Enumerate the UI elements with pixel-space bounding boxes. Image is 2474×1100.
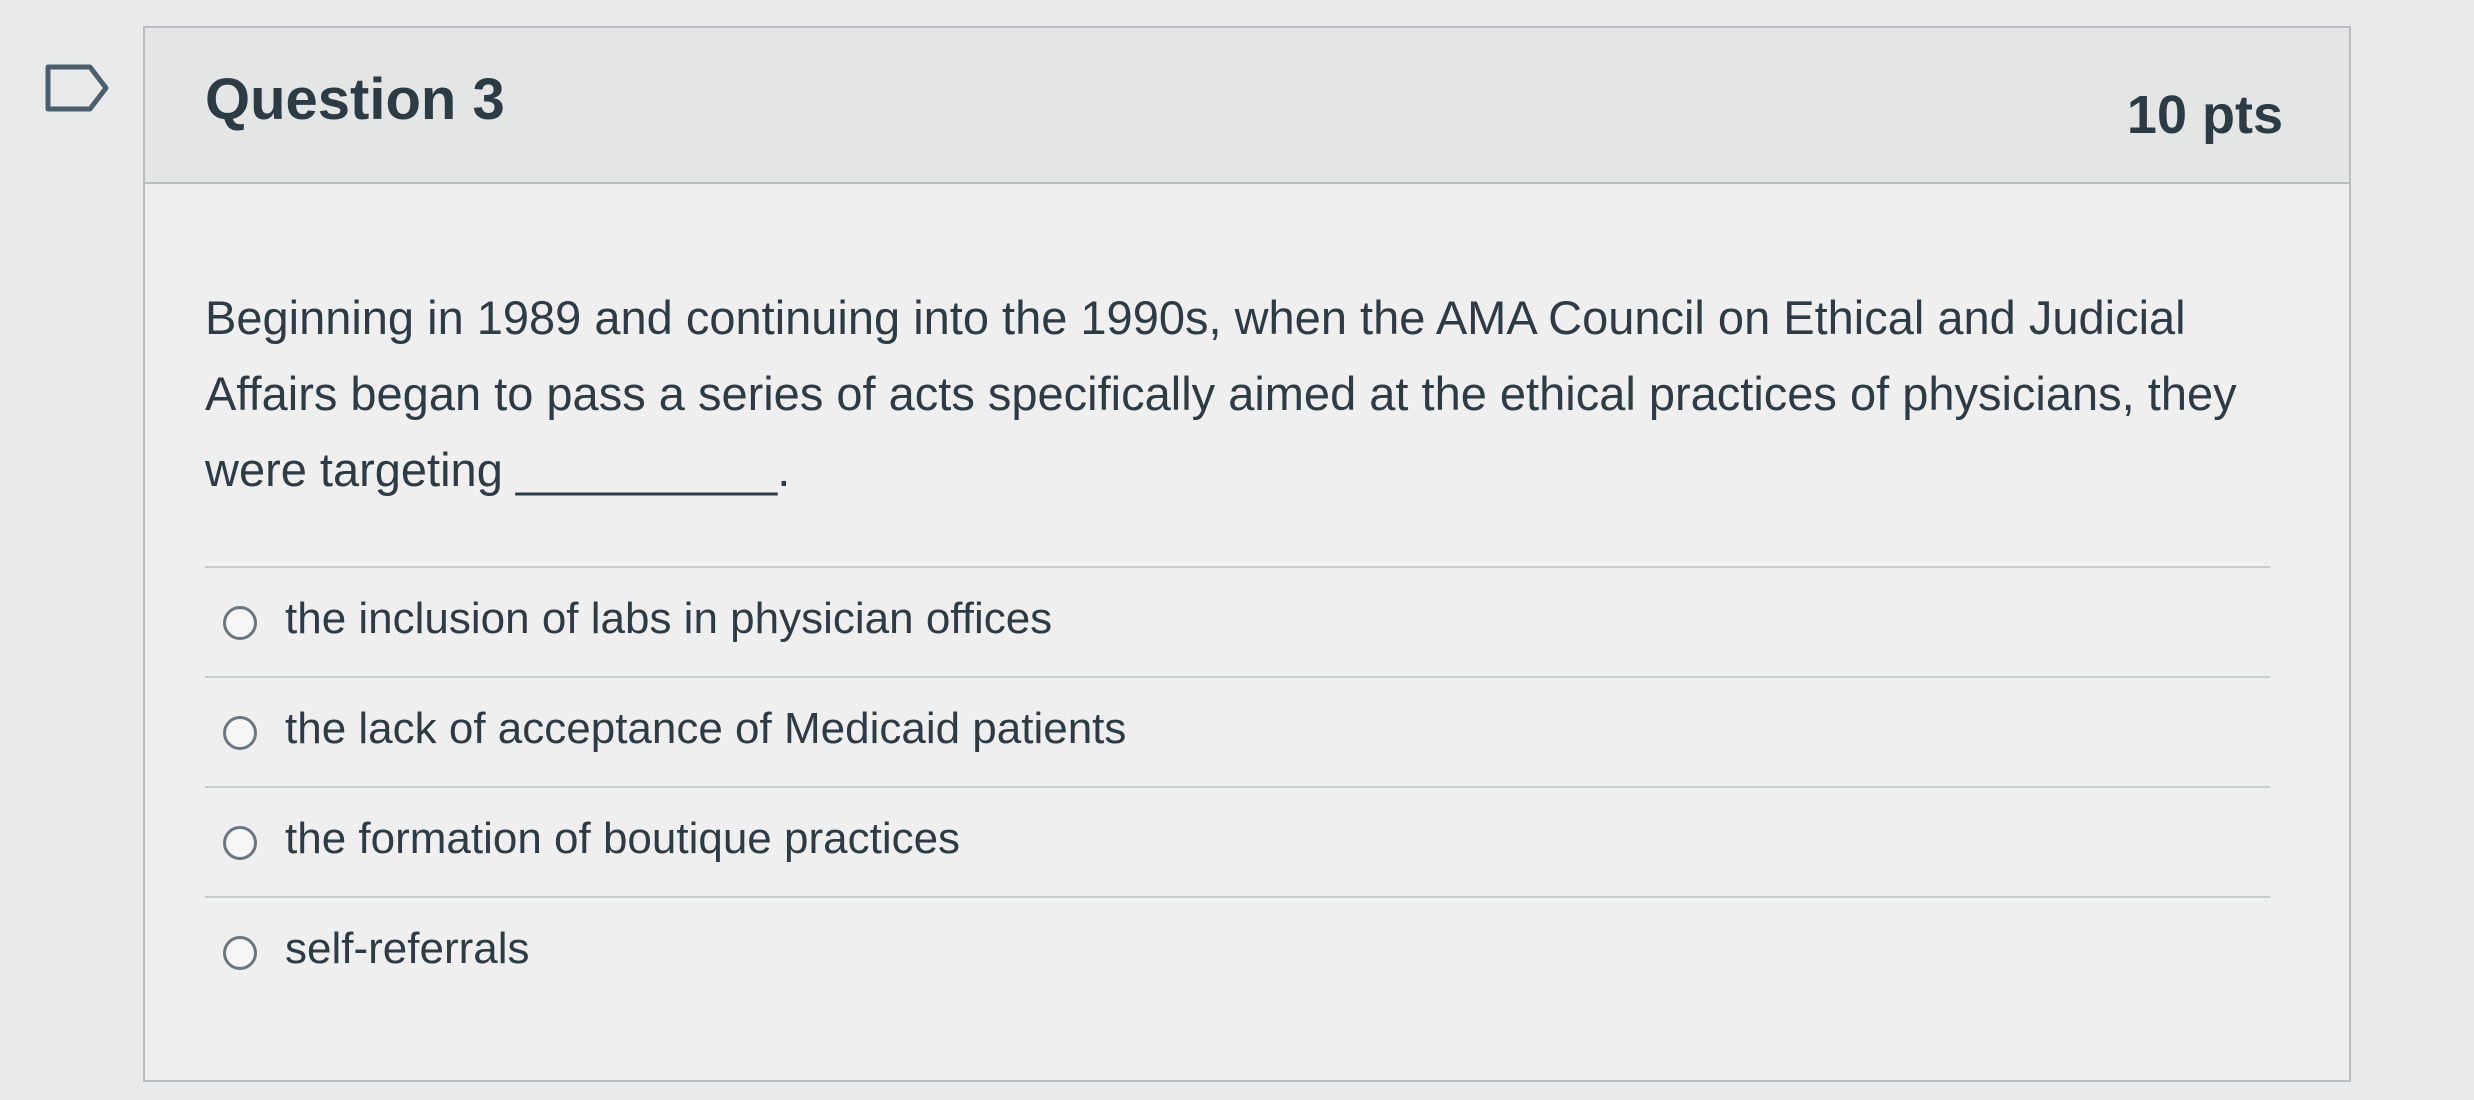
radio-icon[interactable] bbox=[223, 936, 257, 970]
answer-option-4[interactable]: self-referrals bbox=[205, 898, 2270, 1008]
question-header: Question 3 10 pts bbox=[145, 28, 2349, 184]
radio-icon[interactable] bbox=[223, 826, 257, 860]
question-text: Beginning in 1989 and continuing into th… bbox=[205, 291, 2237, 496]
answer-label[interactable]: self-referrals bbox=[285, 924, 530, 974]
answer-label[interactable]: the lack of acceptance of Medicaid patie… bbox=[285, 704, 1126, 754]
question-points: 10 pts bbox=[2126, 85, 2283, 145]
radio-icon[interactable] bbox=[223, 606, 257, 640]
answer-option-2[interactable]: the lack of acceptance of Medicaid patie… bbox=[205, 678, 2270, 788]
answer-option-3[interactable]: the formation of boutique practices bbox=[205, 788, 2270, 898]
answer-label[interactable]: the formation of boutique practices bbox=[285, 814, 960, 864]
flag-question-icon[interactable] bbox=[44, 63, 110, 113]
question-title: Question 3 bbox=[205, 67, 505, 132]
answer-option-1[interactable]: the inclusion of labs in physician offic… bbox=[205, 568, 2270, 678]
question-card: Question 3 10 pts Beginning in 1989 and … bbox=[143, 26, 2351, 1082]
answer-label[interactable]: the inclusion of labs in physician offic… bbox=[285, 594, 1052, 644]
radio-icon[interactable] bbox=[223, 716, 257, 750]
answer-list: the inclusion of labs in physician offic… bbox=[205, 566, 2270, 1008]
